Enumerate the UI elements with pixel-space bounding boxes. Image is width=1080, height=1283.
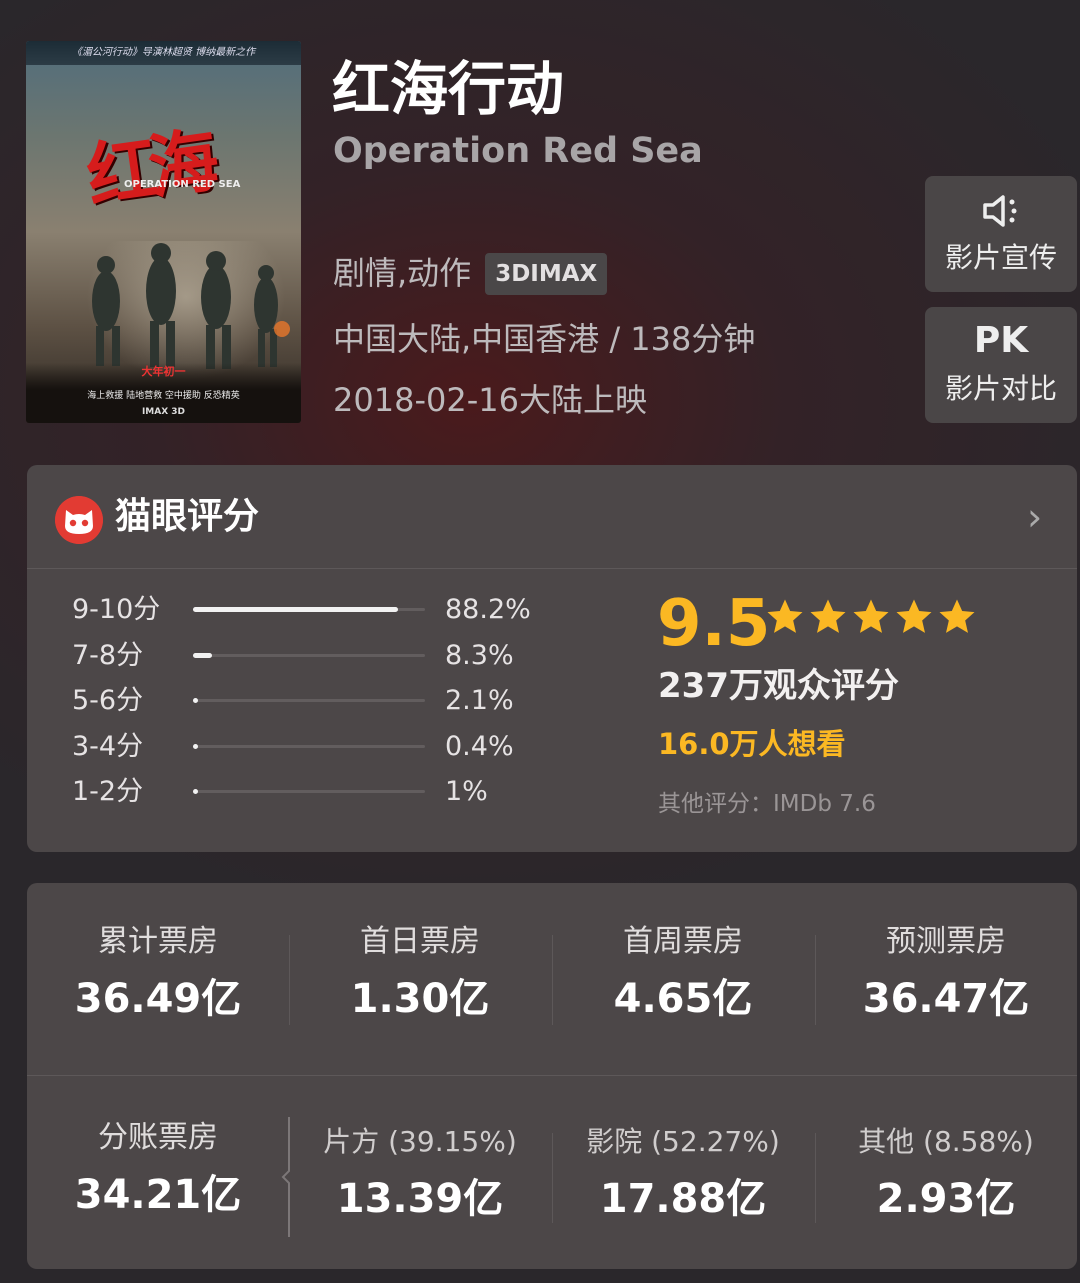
- boxoffice-split: 分账票房 34.21亿: [27, 1117, 289, 1223]
- rating-card: 猫眼评分 › 9-10分 88.2% 7-8分 8.3% 5-6分 2.1% 3-4分 0.4…: [27, 465, 1077, 852]
- rating-percent: 1%: [445, 776, 488, 807]
- column-divider: [552, 935, 553, 1025]
- boxoffice-forecast-value: 36.47亿: [862, 976, 1030, 1022]
- genre-text: 剧情,动作: [333, 254, 472, 292]
- boxoffice-split-label: 分账票房: [98, 1120, 218, 1155]
- rating-bar-fill: [193, 652, 213, 658]
- row-divider: [27, 1075, 1077, 1076]
- boxoffice-total: 累计票房 36.49亿: [27, 921, 289, 1027]
- star-icon: [810, 599, 846, 633]
- boxoffice-other-value: 2.93亿: [876, 1176, 1016, 1222]
- movie-poster[interactable]: 《湄公河行动》导演林超贤 博纳最新之作 红海 OPERATION RED SEA…: [26, 41, 301, 423]
- column-divider: [552, 1133, 553, 1223]
- column-divider: [815, 935, 816, 1025]
- boxoffice-forecast-label: 预测票房: [886, 924, 1006, 959]
- movie-title-en: Operation Red Sea: [333, 131, 703, 171]
- boxoffice-total-label: 累计票房: [98, 924, 218, 959]
- maoyan-cat-icon: [55, 496, 103, 544]
- star-icon: [939, 599, 975, 633]
- compare-button-label: 影片对比: [944, 372, 1057, 405]
- boxoffice-card: 累计票房 36.49亿 首日票房 1.30亿 首周票房 4.65亿 预测票房 36.47…: [27, 883, 1077, 1269]
- promo-button[interactable]: 影片宣传: [925, 176, 1077, 292]
- format-tag: 3DIMAX: [485, 253, 608, 295]
- boxoffice-producer: 片方 (39.15%) 13.39亿: [289, 1121, 551, 1227]
- rating-bar: [193, 607, 425, 612]
- boxoffice-first-week: 首周票房 4.65亿: [552, 921, 814, 1027]
- rating-bar-fill: [193, 743, 198, 749]
- boxoffice-first-day-value: 1.30亿: [350, 976, 490, 1022]
- boxoffice-split-value: 34.21亿: [74, 1172, 242, 1218]
- boxoffice-other-label: 其他 (8.58%): [858, 1125, 1034, 1158]
- rating-bar-fill: [193, 698, 198, 703]
- rating-row: 1-2分 1%: [72, 774, 552, 810]
- rating-bar: [193, 789, 425, 794]
- rating-row: 5-6分 2.1%: [72, 683, 552, 719]
- boxoffice-first-day-label: 首日票房: [360, 924, 480, 959]
- poster-title-en: OPERATION RED SEA: [124, 179, 241, 190]
- rating-voters: 237万观众评分: [658, 666, 899, 706]
- column-divider: [815, 1133, 816, 1223]
- rating-range: 5-6分: [72, 685, 144, 716]
- rating-row: 3-4分 0.4%: [72, 729, 552, 765]
- pk-icon: PK: [973, 320, 1029, 361]
- other-ratings[interactable]: 其他评分：IMDb 7.6: [658, 787, 876, 821]
- boxoffice-first-week-label: 首周票房: [623, 924, 743, 959]
- boxoffice-first-day: 首日票房 1.30亿: [289, 921, 551, 1027]
- rating-stars: [765, 597, 977, 637]
- column-divider: [289, 935, 290, 1025]
- movie-title: 红海行动: [332, 55, 565, 123]
- boxoffice-forecast: 预测票房 36.47亿: [815, 921, 1077, 1027]
- star-icon: [853, 599, 889, 633]
- rating-bar: [193, 698, 425, 703]
- rating-row: 9-10分 88.2%: [72, 592, 552, 628]
- boxoffice-producer-label: 片方 (39.15%): [323, 1125, 517, 1158]
- poster-soldiers-image: [92, 243, 290, 369]
- boxoffice-first-week-value: 4.65亿: [613, 976, 753, 1022]
- rating-percent: 8.3%: [445, 639, 514, 671]
- rating-range: 9-10分: [72, 594, 161, 625]
- rating-range: 3-4分: [72, 730, 144, 762]
- boxoffice-total-value: 36.49亿: [74, 976, 242, 1022]
- poster-title: 红海: [81, 118, 216, 219]
- poster-imax-text: IMAX 3D: [141, 407, 186, 417]
- movie-genre: 剧情,动作 3DIMAX: [333, 253, 608, 295]
- star-icon: [767, 599, 803, 633]
- boxoffice-other: 其他 (8.58%) 2.93亿: [815, 1121, 1077, 1227]
- boxoffice-cinema-value: 17.88亿: [599, 1176, 767, 1222]
- rating-range: 7-8分: [72, 639, 144, 671]
- rating-percent: 88.2%: [445, 594, 531, 625]
- rating-bar: [193, 652, 425, 658]
- boxoffice-producer-value: 13.39亿: [336, 1176, 504, 1222]
- boxoffice-cinema-label: 影院 (52.27%): [586, 1125, 780, 1158]
- chevron-right-icon[interactable]: ›: [1027, 495, 1042, 539]
- star-icon: [896, 599, 932, 633]
- poster-cast-text: 海上救援 陆地营救 空中援助 反恐精英: [87, 391, 240, 401]
- promo-button-label: 影片宣传: [944, 241, 1057, 274]
- poster-top-text: 《湄公河行动》导演林超贤 博纳最新之作: [26, 41, 301, 65]
- rating-row: 7-8分 8.3%: [72, 638, 552, 674]
- movie-region-duration: 中国大陆,中国香港 / 138分钟: [333, 320, 756, 358]
- rating-bar-fill: [193, 607, 398, 612]
- compare-button[interactable]: PK 影片对比: [925, 307, 1077, 423]
- speaker-icon: [925, 188, 1077, 232]
- rating-title: 猫眼评分: [115, 496, 260, 537]
- rating-bar: [193, 743, 425, 749]
- want-to-see-count: 16.0万人想看: [658, 727, 846, 761]
- rating-bar-fill: [193, 789, 198, 794]
- rating-score: 9.5: [657, 587, 771, 661]
- rating-percent: 0.4%: [445, 730, 514, 762]
- rating-header[interactable]: 猫眼评分 ›: [27, 465, 1077, 569]
- movie-release-date: 2018-02-16大陆上映: [333, 381, 647, 419]
- boxoffice-cinema: 影院 (52.27%) 17.88亿: [552, 1121, 814, 1227]
- poster-date-text: 大年初一: [141, 365, 186, 378]
- rating-percent: 2.1%: [445, 685, 514, 716]
- rating-range: 1-2分: [72, 776, 144, 807]
